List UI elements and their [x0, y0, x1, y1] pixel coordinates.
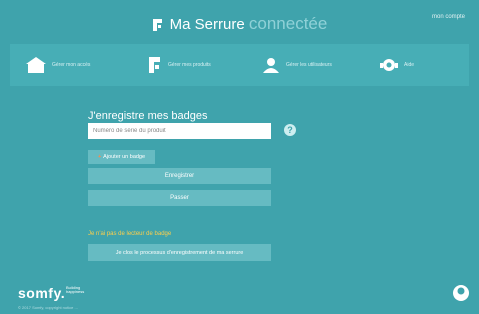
house-icon	[26, 57, 46, 73]
help-icon	[380, 57, 398, 73]
brand-lock-icon	[152, 18, 164, 36]
add-badge-button[interactable]: + Ajouter un badge	[88, 150, 155, 164]
top-bar: Ma Serrure connectée mon compte	[10, 6, 469, 44]
page-title: J'enregistre mes badges	[88, 110, 208, 122]
tagline-line: happiness	[66, 289, 85, 294]
plus-icon: +	[97, 154, 102, 160]
brand-name: Ma Serrure	[169, 16, 245, 33]
nav-item-help[interactable]: Aide	[380, 44, 414, 86]
somfy-tagline: Building happiness	[66, 286, 84, 294]
nav-item-label: Gérer mes produits	[168, 62, 211, 68]
nav-item-access[interactable]: Gérer mon accès	[26, 44, 90, 86]
add-badge-label: Ajouter un badge	[103, 154, 146, 160]
lock-icon	[148, 56, 162, 74]
account-link[interactable]: mon compte	[432, 14, 465, 20]
skip-button[interactable]: Passer	[88, 190, 271, 206]
chat-widget-icon[interactable]	[453, 285, 469, 306]
copyright-text: © 2017 Somfy, copyright notice ...	[18, 305, 78, 310]
save-button[interactable]: Enregistrer	[88, 168, 271, 184]
nav-item-label: Aide	[404, 62, 415, 68]
nav-item-products[interactable]: Gérer mes produits	[148, 44, 211, 86]
somfy-logo: somfy.	[18, 285, 66, 301]
app-frame: Ma Serrure connectée mon compte Gérer mo…	[0, 0, 479, 314]
nav-item-label: Gérer les utilisateurs	[286, 62, 332, 68]
finish-registration-button[interactable]: Je clos le processus d'enregistrement de…	[88, 244, 271, 261]
brand-subtitle: connectée	[248, 14, 328, 33]
nav-item-label: Gérer mon accès	[52, 62, 91, 68]
user-icon	[262, 57, 280, 73]
no-reader-link[interactable]: Je n'ai pas de lecteur de badge	[88, 231, 171, 237]
nav-item-users[interactable]: Gérer les utilisateurs	[262, 44, 332, 86]
brand-title: Ma Serrure connectée	[10, 14, 469, 36]
serial-number-input[interactable]	[88, 123, 271, 139]
help-circle-icon[interactable]: ?	[284, 124, 296, 136]
main-nav: Gérer mon accès Gérer mes produits Gérer…	[10, 44, 469, 86]
